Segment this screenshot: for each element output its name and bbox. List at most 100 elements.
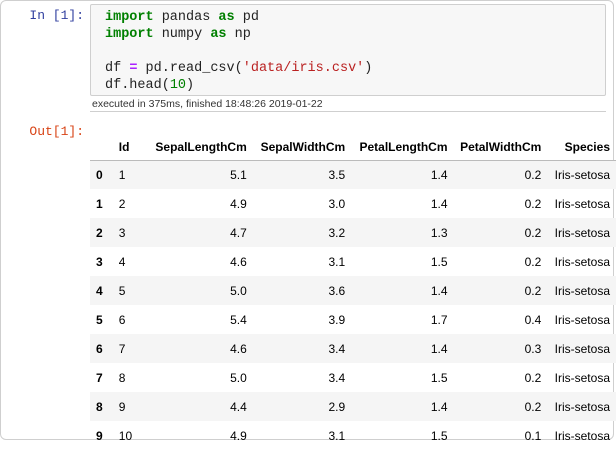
column-header: Species [547, 134, 616, 161]
table-cell: 0.1 [524, 428, 542, 443]
number-literal: 10 [169, 78, 187, 93]
column-header [90, 134, 113, 161]
table-cell: 0.2 [524, 399, 542, 414]
table-cell: 5.0 [230, 370, 247, 385]
table-cell: 0.4 [524, 312, 542, 327]
table-cell: 0.3 [524, 341, 542, 356]
table-cell: Iris-setosa [554, 399, 610, 414]
table-row: 9 10 4.9 3.1 1.5 0.1 Iris-setosa [90, 421, 616, 450]
alias-name: np [226, 27, 251, 42]
table-cell: 1.5 [430, 370, 448, 385]
table-cell: 6 [118, 312, 126, 327]
table-cell: 5.0 [230, 283, 247, 298]
table-cell: 4.6 [230, 254, 247, 269]
table-row: 6 7 4.6 3.4 1.4 0.3 Iris-setosa [90, 334, 616, 363]
function-call: df.head( [105, 78, 170, 93]
table-cell: 10 [118, 428, 133, 443]
table-cell: 3.1 [328, 428, 346, 443]
table-cell: Iris-setosa [554, 254, 610, 269]
output-prompt: Out[1]: [29, 124, 84, 139]
table-cell: 3 [118, 225, 126, 240]
paren: ) [364, 61, 373, 76]
table-cell: 2 [118, 196, 126, 211]
column-header: SepalLengthCm [138, 134, 253, 161]
table-cell: 1.4 [430, 399, 448, 414]
table-cell: Iris-setosa [554, 283, 610, 298]
table-cell: Iris-setosa [554, 196, 610, 211]
row-index: 9 [96, 428, 103, 443]
table-cell: 3.5 [328, 167, 346, 182]
code-line-1: import pandas as pd [105, 9, 605, 26]
table-cell: 3.2 [328, 225, 346, 240]
table-cell: 7 [118, 341, 126, 356]
table-cell: Iris-setosa [554, 312, 610, 327]
table-row: 5 6 5.4 3.9 1.7 0.4 Iris-setosa [90, 305, 616, 334]
table-row: 8 9 4.4 2.9 1.4 0.2 Iris-setosa [90, 392, 616, 421]
row-index: 7 [96, 370, 103, 385]
table-cell: 4.6 [230, 341, 247, 356]
table-cell: 4.9 [230, 428, 247, 443]
table-cell: 0.2 [524, 283, 542, 298]
code-line-2: import numpy as np [105, 26, 605, 43]
table-row: 2 3 4.7 3.2 1.3 0.2 Iris-setosa [90, 218, 616, 247]
table-cell: 5.4 [230, 312, 247, 327]
keyword: import [105, 10, 154, 25]
module-name: numpy [153, 27, 211, 42]
table-cell: 3.6 [328, 283, 346, 298]
table-cell: 4.4 [230, 399, 247, 414]
code-line-4: df = pd.read_csv('data/iris.csv') [105, 60, 605, 77]
row-index: 5 [96, 312, 103, 327]
table-cell: Iris-setosa [554, 341, 610, 356]
table-cell: 5 [118, 283, 126, 298]
table-row: 1 2 4.9 3.0 1.4 0.2 Iris-setosa [90, 189, 616, 218]
table-cell: 9 [118, 399, 126, 414]
table-cell: 4 [118, 254, 126, 269]
row-index: 6 [96, 341, 103, 356]
table-cell: 1.4 [430, 167, 448, 182]
variable: df [105, 61, 130, 76]
table-row: 3 4 4.6 3.1 1.5 0.2 Iris-setosa [90, 247, 616, 276]
table-cell: 1.4 [430, 341, 448, 356]
table-cell: Iris-setosa [554, 225, 610, 240]
table-row: 7 8 5.0 3.4 1.5 0.2 Iris-setosa [90, 363, 616, 392]
table-cell: 0.2 [524, 167, 542, 182]
table-cell: Iris-setosa [554, 167, 610, 182]
column-header: PetalLengthCm [351, 134, 454, 161]
string-literal: 'data/iris.csv' [242, 61, 365, 76]
row-index: 0 [96, 167, 103, 182]
row-index: 4 [96, 283, 103, 298]
table-cell: 3.1 [328, 254, 346, 269]
table-cell: 0.2 [524, 196, 542, 211]
dataframe-table: Id SepalLengthCm SepalWidthCm PetalLengt… [90, 134, 616, 450]
column-header: SepalWidthCm [252, 134, 352, 161]
table-cell: 1.7 [430, 312, 448, 327]
table-cell: 1.5 [430, 428, 448, 443]
table-cell: 1.4 [430, 196, 448, 211]
table-cell: 3.0 [328, 196, 346, 211]
table-cell: 0.2 [524, 370, 542, 385]
table-cell: 1.5 [430, 254, 448, 269]
code-line-5: df.head(10) [105, 77, 605, 94]
row-index: 2 [96, 225, 103, 240]
row-index: 3 [96, 254, 103, 269]
table-cell: 2.9 [328, 399, 346, 414]
paren: ) [186, 78, 195, 93]
table-cell: 1 [118, 167, 126, 182]
keyword: as [218, 10, 235, 25]
input-prompt: In [1]: [29, 8, 84, 23]
table-row: 4 5 5.0 3.6 1.4 0.2 Iris-setosa [90, 276, 616, 305]
row-index: 1 [96, 196, 103, 211]
table-cell: Iris-setosa [554, 428, 610, 443]
table-cell: 3.9 [328, 312, 346, 327]
code-editor[interactable]: import pandas as pd import numpy as np d… [90, 4, 606, 96]
execution-info: executed in 375ms, finished 18:48:26 201… [90, 96, 606, 112]
module-name: pandas [153, 10, 219, 25]
table-cell: 5.1 [230, 167, 247, 182]
table-cell: 3.4 [328, 370, 346, 385]
table-cell: 1.3 [430, 225, 448, 240]
table-row: 0 1 5.1 3.5 1.4 0.2 Iris-setosa [90, 160, 616, 189]
table-cell: 3.4 [328, 341, 346, 356]
keyword: as [210, 27, 227, 42]
table-cell: 0.2 [524, 225, 542, 240]
alias-name: pd [234, 10, 259, 25]
